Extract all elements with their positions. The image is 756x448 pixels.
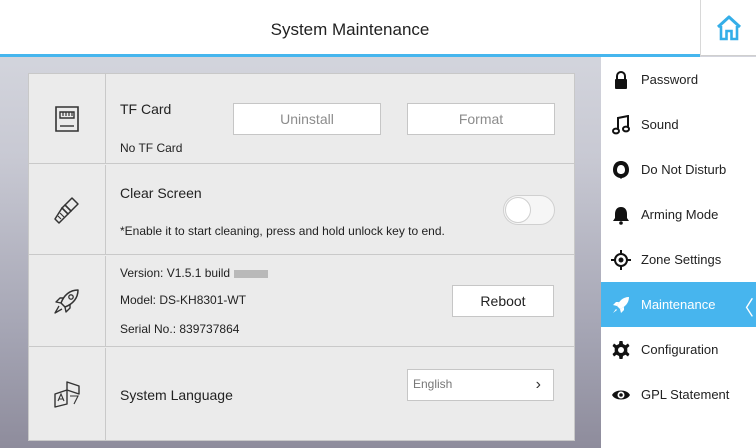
maintenance-panel: TF Card No TF Card Uninstall Format Clea… (28, 73, 575, 441)
serial-text: Serial No.: 839737864 (120, 322, 240, 336)
language-label: System Language (120, 387, 233, 403)
sd-card-icon (55, 105, 79, 132)
bell-icon (613, 206, 629, 225)
format-button[interactable]: Format (407, 103, 555, 135)
clear-screen-hint: *Enable it to start cleaning, press and … (120, 224, 445, 238)
lock-icon (615, 70, 627, 89)
sidebar-item-label: GPL Statement (641, 387, 730, 402)
tf-card-status: No TF Card (120, 141, 183, 155)
language-select[interactable]: English › (407, 369, 554, 401)
chevron-left-icon: 〈 (734, 298, 754, 320)
sidebar-item-label: Zone Settings (641, 252, 722, 267)
sidebar-item-zone-settings[interactable]: Zone Settings (601, 237, 756, 282)
reboot-button[interactable]: Reboot (452, 285, 554, 317)
sidebar-item-sound[interactable]: Sound (601, 102, 756, 147)
page-title: System Maintenance (270, 20, 430, 39)
sidebar-item-label: Password (641, 72, 699, 87)
redacted-build (234, 269, 269, 278)
sidebar-item-label: Configuration (641, 342, 719, 357)
translate-icon (54, 381, 80, 408)
sidebar-item-label: Sound (641, 117, 679, 132)
uninstall-button[interactable]: Uninstall (233, 103, 381, 135)
music-note-icon (612, 114, 630, 134)
home-button[interactable] (700, 0, 756, 56)
brush-icon (54, 196, 79, 224)
tf-card-label: TF Card (120, 101, 172, 117)
sidebar-item-do-not-disturb[interactable]: Do Not Disturb (601, 147, 756, 192)
top-bar: System Maintenance (0, 0, 756, 57)
sidebar-item-label: Arming Mode (641, 207, 719, 222)
title-underline (0, 54, 700, 57)
moon-icon (613, 160, 629, 179)
clear-screen-row: Clear Screen *Enable it to start cleanin… (29, 165, 574, 255)
rocket-icon (54, 289, 79, 314)
gear-icon (612, 340, 630, 359)
model-text: Model: DS-KH8301-WT (120, 293, 247, 307)
clear-screen-label: Clear Screen (120, 185, 202, 201)
language-selected-value: English (413, 377, 453, 391)
sidebar-item-label: Maintenance (641, 297, 716, 312)
device-info-row: Version: V1.5.1 build Model: DS-KH8301-W… (29, 256, 574, 347)
eye-icon (612, 390, 630, 399)
home-icon (716, 15, 741, 41)
sidebar-item-configuration[interactable]: Configuration (601, 327, 756, 372)
version-text: Version: V1.5.1 build (120, 266, 269, 280)
device-info-icon-cell (29, 256, 106, 346)
clear-screen-toggle[interactable] (503, 195, 555, 225)
chevron-right-icon: › (535, 376, 541, 393)
tf-card-row: TF Card No TF Card Uninstall Format (29, 74, 574, 164)
toggle-knob (505, 197, 531, 223)
language-icon-cell (29, 348, 106, 440)
settings-sidebar: Password Sound Do Not Disturb Arming Mod… (601, 57, 756, 448)
clear-screen-icon-cell (29, 165, 106, 254)
target-icon (611, 249, 631, 270)
language-row: System Language English › (29, 348, 574, 440)
sidebar-item-label: Do Not Disturb (641, 162, 727, 177)
sidebar-item-gpl-statement[interactable]: GPL Statement (601, 372, 756, 417)
sidebar-item-password[interactable]: Password (601, 57, 756, 102)
rocket-icon (613, 296, 629, 313)
sidebar-item-maintenance[interactable]: Maintenance 〈 (601, 282, 756, 327)
tf-card-icon-cell (29, 74, 106, 163)
sidebar-item-arming-mode[interactable]: Arming Mode (601, 192, 756, 237)
